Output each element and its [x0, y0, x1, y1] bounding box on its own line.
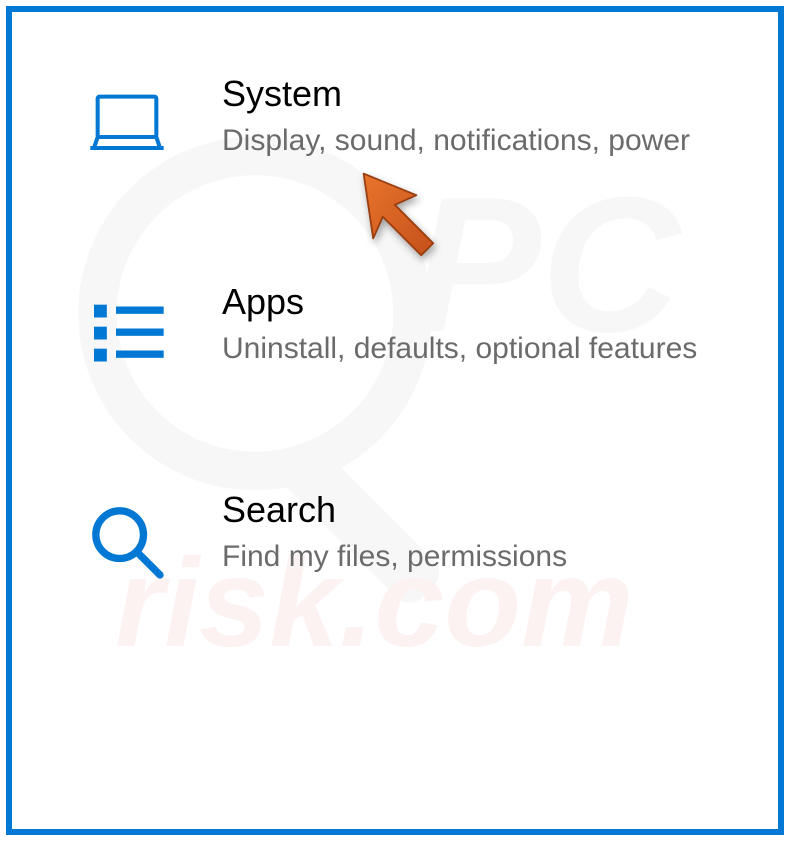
settings-item-title: System [222, 72, 738, 115]
settings-item-title: Apps [222, 280, 738, 323]
settings-list: System Display, sound, notifications, po… [12, 12, 778, 626]
settings-item-title: Search [222, 488, 738, 531]
settings-item-apps[interactable]: Apps Uninstall, defaults, optional featu… [72, 280, 738, 378]
list-icon [72, 280, 182, 378]
search-icon [72, 488, 182, 586]
settings-item-subtitle: Uninstall, defaults, optional features [222, 329, 702, 368]
settings-panel: PC risk.com System Display, sound, notif… [6, 6, 784, 835]
settings-item-subtitle: Display, sound, notifications, power [222, 121, 702, 160]
settings-item-system[interactable]: System Display, sound, notifications, po… [72, 72, 738, 170]
settings-item-text: System Display, sound, notifications, po… [222, 72, 738, 160]
settings-item-search[interactable]: Search Find my files, permissions [72, 488, 738, 586]
laptop-icon [72, 72, 182, 170]
settings-item-subtitle: Find my files, permissions [222, 537, 702, 576]
settings-item-text: Apps Uninstall, defaults, optional featu… [222, 280, 738, 368]
settings-item-text: Search Find my files, permissions [222, 488, 738, 576]
